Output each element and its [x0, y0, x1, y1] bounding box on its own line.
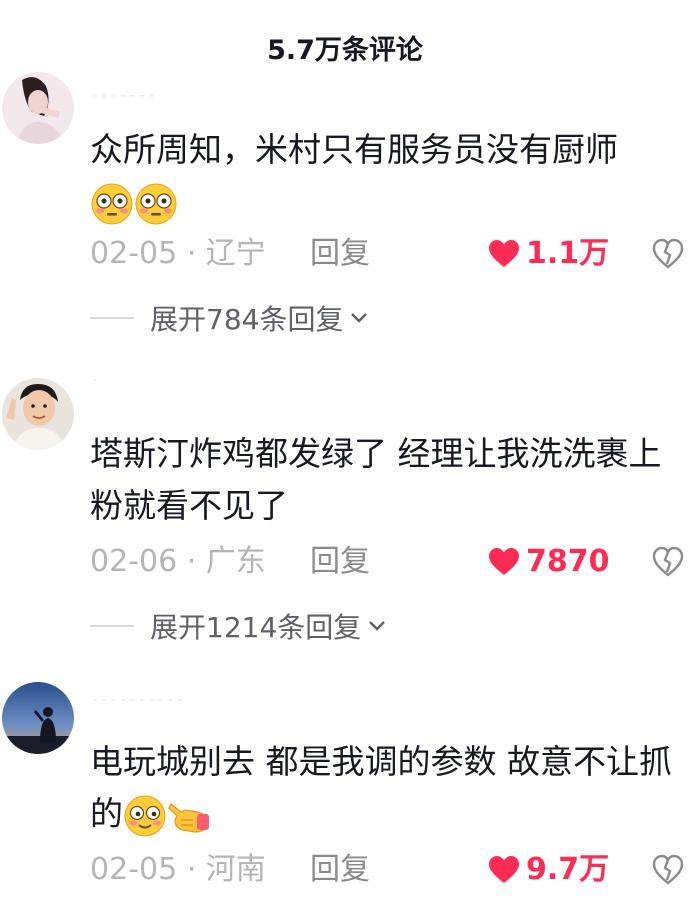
comment-meta: 02-05 · 河南 回复 9.7万 — [90, 850, 690, 890]
divider-line — [90, 317, 134, 319]
like-button[interactable]: 9.7万 — [488, 850, 609, 890]
like-count: 9.7万 — [526, 852, 610, 887]
blushing-emoji-icon — [123, 794, 167, 838]
heart-icon — [489, 548, 519, 575]
expand-replies-button[interactable]: 展开1214条回复 — [90, 606, 387, 646]
comment-meta: 02-06 · 广东 回复 7870 — [90, 542, 690, 582]
reply-button[interactable]: 回复 — [310, 850, 370, 890]
comment-date-location: 02-05 · 河南 — [90, 852, 266, 887]
comment-date-location: 02-05 · 辽宁 — [90, 236, 266, 271]
avatar[interactable] — [2, 378, 74, 450]
expand-replies-label: 展开1214条回复 — [150, 611, 362, 644]
pointing-hand-emoji-icon — [167, 794, 211, 838]
divider-line — [90, 625, 134, 627]
comment-username[interactable]: - - - - - - - - - - — [92, 692, 183, 708]
comment-text-body: 众所周知，米村只有服务员没有厨师 — [90, 130, 618, 169]
chevron-down-icon — [351, 313, 368, 323]
comment-date-location: 02-06 · 广东 — [90, 544, 266, 579]
comment-text: 电玩城别去 都是我调的参数 故意不让抓的 — [90, 736, 680, 840]
comment-meta: 02-05 · 辽宁 回复 1.1万 — [90, 234, 690, 274]
like-button[interactable]: 7870 — [488, 542, 610, 582]
like-count: 1.1万 — [526, 236, 610, 271]
flushed-emoji-icon — [90, 182, 134, 226]
reply-button[interactable]: 回复 — [310, 234, 370, 274]
like-button[interactable]: 1.1万 — [488, 234, 609, 274]
comment-text: 塔斯汀炸鸡都发绿了 经理让我洗洗裹上粉就看不见了 — [90, 434, 662, 525]
chevron-down-icon — [369, 621, 386, 631]
like-count: 7870 — [526, 544, 610, 579]
flushed-emoji-icon — [134, 182, 178, 226]
broken-heart-icon[interactable] — [652, 238, 684, 270]
expand-replies-button[interactable]: 展开784条回复 — [90, 298, 369, 338]
avatar[interactable] — [2, 72, 74, 144]
comment-text: 众所周知，米村只有服务员没有厨师 — [90, 124, 680, 228]
comment-username[interactable]: - - - - - - - — [92, 88, 154, 104]
heart-icon — [489, 856, 519, 883]
broken-heart-icon[interactable] — [652, 854, 684, 886]
reply-button[interactable]: 回复 — [310, 542, 370, 582]
comment-username[interactable]: - — [92, 372, 97, 388]
comments-count-title: 5.7万条评论 — [267, 35, 423, 66]
broken-heart-icon[interactable] — [652, 546, 684, 578]
expand-replies-label: 展开784条回复 — [150, 303, 344, 336]
avatar[interactable] — [2, 682, 74, 754]
heart-icon — [489, 240, 519, 267]
